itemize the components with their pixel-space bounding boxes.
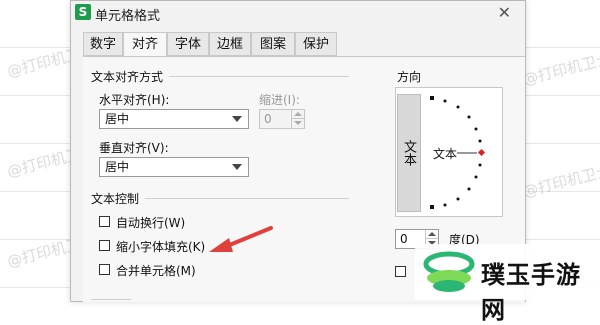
spreadsheet-app-icon: S <box>75 4 91 20</box>
wrap-text-label: 自动换行(W) <box>116 216 186 230</box>
dial-mark <box>456 197 460 201</box>
section-title-text-control: 文本控制 <box>91 192 140 206</box>
dial-mark <box>467 187 471 191</box>
brand-watermark: 璞玉手游网 <box>415 244 600 324</box>
dial-handle[interactable] <box>477 148 486 157</box>
dial-mark <box>456 105 460 109</box>
dial-mark <box>467 115 471 119</box>
spin-down-icon[interactable] <box>291 118 304 128</box>
section-divider <box>169 76 349 77</box>
dial-mark <box>478 139 482 143</box>
section-title-text-alignment: 文本对齐方式 <box>91 70 164 84</box>
section-divider <box>145 198 349 199</box>
dial-mark-major <box>430 96 434 100</box>
horizontal-align-select[interactable]: 居中 <box>99 109 249 129</box>
vertical-align-label: 垂直对齐(V): <box>99 141 169 155</box>
section-title-orientation: 方向 <box>397 70 422 84</box>
dial-mark <box>478 163 482 167</box>
brand-logo-icon <box>423 251 475 292</box>
dialog-title: 单元格格式 <box>95 9 161 24</box>
tab-alignment[interactable]: 对齐 <box>123 32 167 58</box>
close-icon[interactable]: ✕ <box>498 3 511 22</box>
orientation-checkbox[interactable] <box>395 266 406 277</box>
dial-mark <box>474 127 478 131</box>
tab-font[interactable]: 字体 <box>167 32 209 56</box>
merge-cells-checkbox[interactable] <box>99 264 110 275</box>
vertical-align-select[interactable]: 居中 <box>99 157 249 177</box>
annotation-arrow-icon <box>209 226 273 252</box>
dropdown-arrow-icon <box>232 164 242 170</box>
tab-border[interactable]: 边框 <box>209 32 251 56</box>
indent-value: 0 <box>264 112 272 126</box>
vertical-text-label: 文本 <box>401 140 416 166</box>
dial-mark <box>443 99 447 103</box>
title-bar: S 单元格格式 ✕ <box>71 1 525 27</box>
wrap-text-checkbox[interactable] <box>99 216 110 227</box>
brand-name: 璞玉手游网 <box>481 261 581 324</box>
degree-value: 0 <box>400 232 408 246</box>
shrink-to-fit-checkbox[interactable] <box>99 240 110 251</box>
tab-protection[interactable]: 保护 <box>295 32 337 56</box>
indent-label: 缩进(I): <box>259 93 300 107</box>
dial-mark <box>474 175 478 179</box>
horizontal-align-value: 居中 <box>105 112 130 126</box>
dial-mark-major <box>430 205 434 209</box>
dial-mark <box>443 203 447 207</box>
dropdown-arrow-icon <box>232 116 242 122</box>
vertical-align-value: 居中 <box>105 160 130 174</box>
merge-cells-label: 合并单元格(M) <box>116 264 196 278</box>
dial-text-label: 文本 <box>433 147 458 161</box>
shrink-to-fit-label: 缩小字体填充(K) <box>116 240 206 254</box>
tab-pattern[interactable]: 图案 <box>251 32 295 56</box>
indent-spinner[interactable]: 0 <box>259 109 305 129</box>
vertical-text-button[interactable]: 文本 <box>397 94 421 212</box>
tab-number[interactable]: 数字 <box>83 32 123 56</box>
horizontal-align-label: 水平对齐(H): <box>99 93 170 107</box>
